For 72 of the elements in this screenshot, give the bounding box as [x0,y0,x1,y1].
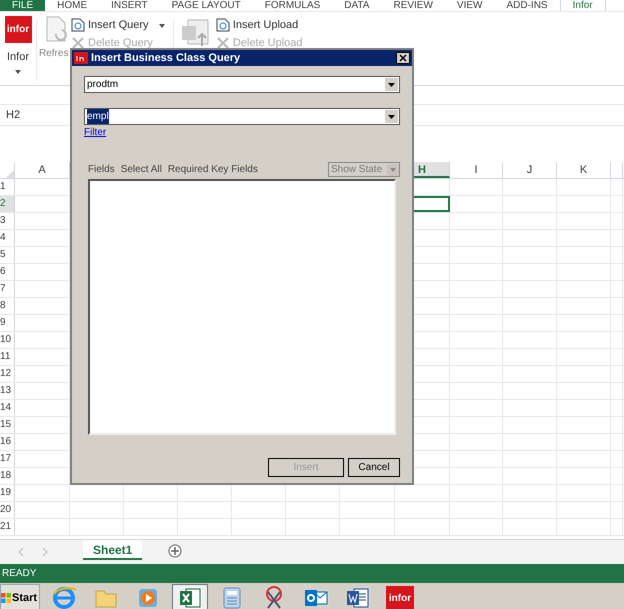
row-header[interactable]: 13 [0,383,15,399]
infor-label: Infor [6,50,29,65]
taskbar-button[interactable]: infor [382,584,418,609]
caret-icon [158,24,165,28]
row-header[interactable]: 17 [0,451,15,467]
row-header[interactable]: 20 [0,502,15,518]
ribbon-tab[interactable]: HOME [45,0,100,11]
field-tab[interactable]: Fields [88,162,115,177]
cross-icon [216,36,230,50]
caret-icon [15,70,21,74]
row-header[interactable]: 2 [0,196,15,212]
sheet-tab[interactable]: Sheet1 [83,540,142,560]
row-header[interactable]: 16 [0,434,15,450]
infor-logo: infor [386,586,414,609]
app-logo-icon [74,52,88,64]
row-header[interactable]: 7 [0,281,15,297]
play-icon [136,586,160,609]
row-header[interactable]: 18 [0,468,15,484]
column-header[interactable]: I [450,162,503,178]
fields-list[interactable] [88,179,396,435]
windows-logo-icon [1,593,11,603]
ribbon-tab[interactable]: ADD-INS [494,0,560,11]
document-search-icon [216,18,230,32]
ribbon-tab[interactable]: DATA [332,0,382,11]
ribbon-button[interactable]: Insert Upload [232,16,298,34]
row-header[interactable]: 19 [0,485,15,501]
status-text: READY [1,567,36,581]
row-header[interactable]: 11 [0,349,15,365]
ribbon-tab[interactable]: INSERT [99,0,160,11]
row-header[interactable]: 1 [0,179,15,195]
document-search-icon [71,18,85,32]
field-tab[interactable]: Select All [120,162,162,177]
spreadsheet-icon [178,586,202,609]
document-icon [346,586,370,609]
document-refresh-icon [45,16,67,42]
taskbar-button[interactable] [172,584,208,609]
refresh-label: Refres [39,47,68,61]
infor-logo[interactable]: infor [4,16,32,43]
cross-icon [71,36,85,50]
ribbon-button[interactable]: Insert Query [88,16,149,34]
row-header[interactable]: 4 [0,230,15,246]
dialog-button[interactable]: Cancel [348,458,400,477]
ribbon-tab[interactable]: PAGE LAYOUT [160,0,253,11]
name-box[interactable]: H2 [0,106,60,124]
ribbon-tab[interactable]: REVIEW [381,0,445,11]
ribbon-tab[interactable]: FILE [0,0,46,11]
product-line-dropdown[interactable]: prodtm [84,76,400,93]
ribbon-tab[interactable]: FORMULAS [252,0,332,11]
row-header[interactable]: 12 [0,366,15,382]
row-header[interactable]: 10 [0,332,15,348]
row-header[interactable]: 5 [0,247,15,263]
dialog-title: Insert Business Class Query [91,50,242,66]
row-header[interactable]: 14 [0,400,15,416]
column-header[interactable]: K [557,162,611,178]
business-class-dropdown[interactable]: empl [84,108,400,125]
add-sheet-icon[interactable] [168,544,182,558]
row-header[interactable]: 21 [0,519,15,535]
column-header[interactable]: J [503,162,557,178]
close-icon [399,54,407,62]
row-header[interactable]: 6 [0,264,15,280]
close-button[interactable] [396,52,410,64]
start-button[interactable]: Start [0,584,40,609]
ribbon-tab[interactable]: VIEW [444,0,494,11]
filter-link[interactable]: Filter [84,125,106,140]
spreadsheet-upload-icon [180,18,210,48]
field-tab[interactable]: Required Key Fields [168,162,258,177]
browser-icon [52,586,76,609]
row-header[interactable]: 15 [0,417,15,433]
row-header[interactable]: 9 [0,315,15,331]
row-header[interactable]: 8 [0,298,15,314]
row-header[interactable]: 3 [0,213,15,229]
ribbon-tab[interactable]: Infor [560,0,606,11]
